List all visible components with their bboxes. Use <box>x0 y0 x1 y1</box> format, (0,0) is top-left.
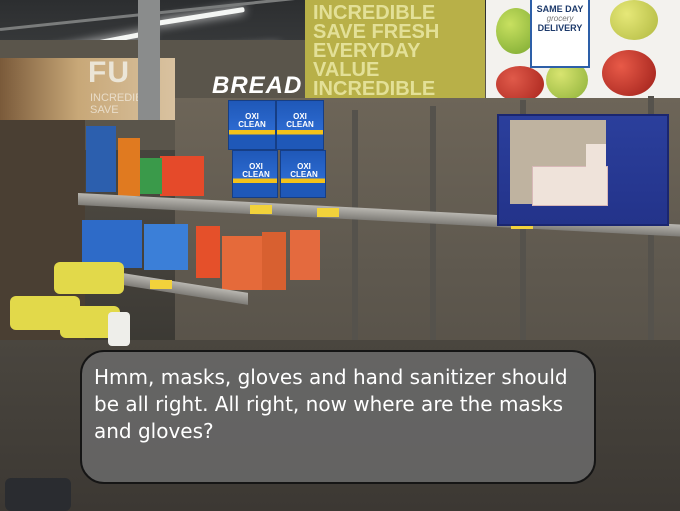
apple-image <box>602 50 656 96</box>
detergent-box <box>262 232 286 290</box>
bread-sign-word: BREAD <box>212 72 303 99</box>
detergent-box <box>118 138 140 196</box>
tissue-box <box>586 144 606 168</box>
support-column <box>138 0 160 120</box>
detergent-bottle <box>144 224 188 270</box>
dialogue-text: Hmm, masks, gloves and hand sanitizer sh… <box>94 365 568 443</box>
price-tag <box>150 280 172 289</box>
wall-mural: INCREDIBLE SAVE FRESH EVERYDAY VALUE INC… <box>305 0 485 105</box>
oxiclean-box <box>280 150 326 198</box>
detergent-box <box>290 230 320 280</box>
delivery-badge-top: SAME DAY <box>536 4 584 14</box>
yellow-bag <box>54 262 124 294</box>
detergent-box <box>138 158 162 194</box>
bread-sign-text: FU <box>88 56 130 89</box>
detergent-box <box>222 236 262 290</box>
floor-basket <box>5 478 71 511</box>
price-tag <box>250 205 272 214</box>
detergent-box <box>196 226 220 278</box>
mural-words: INCREDIBLE SAVE FRESH EVERYDAY VALUE INC… <box>313 2 463 105</box>
oxiclean-box <box>276 100 324 150</box>
delivery-badge-mid: grocery <box>546 14 574 23</box>
delivery-badge-bottom: DELIVERY <box>537 23 583 33</box>
detergent-box <box>160 156 204 196</box>
product-jug <box>108 312 130 346</box>
tissue-box <box>532 166 608 206</box>
oxiclean-box <box>232 150 278 198</box>
detergent-bottle <box>82 220 142 268</box>
game-scene: FU INCREDIBLE SAVE BREAD INCREDIBLE SAVE… <box>0 0 680 511</box>
price-tag <box>317 208 339 217</box>
detergent-bottle <box>86 126 116 192</box>
apple-image <box>496 66 544 102</box>
dialogue-box[interactable]: Hmm, masks, gloves and hand sanitizer sh… <box>80 350 596 484</box>
apple-image <box>610 0 658 40</box>
oxiclean-box <box>228 100 276 150</box>
delivery-badge: SAME DAY grocery DELIVERY <box>530 0 590 68</box>
